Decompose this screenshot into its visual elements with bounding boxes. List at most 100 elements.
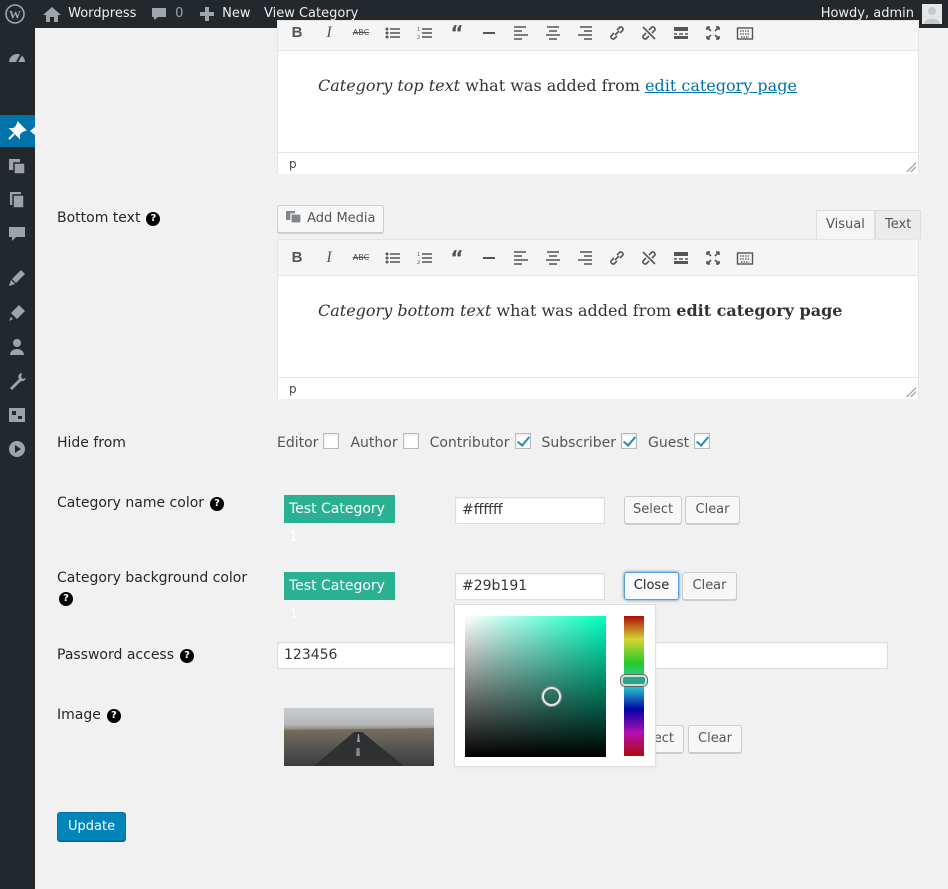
new-content-link[interactable]: New [199, 0, 251, 28]
bg-color-close-button[interactable]: Close [624, 572, 679, 600]
align-right-icon[interactable] [575, 248, 595, 268]
align-center-icon[interactable] [543, 23, 563, 43]
avatar[interactable] [922, 4, 942, 24]
bold-icon[interactable]: B [287, 23, 307, 43]
saturation-handle[interactable] [542, 687, 561, 706]
tab-visual[interactable]: Visual [816, 210, 875, 239]
comments-link[interactable]: 0 [150, 0, 183, 28]
comment-icon [150, 6, 168, 21]
top-content-link[interactable]: edit category page [645, 76, 797, 95]
read-more-icon[interactable] [671, 23, 691, 43]
strikethrough-icon[interactable]: ABC [351, 23, 371, 43]
element-path[interactable]: p [289, 157, 297, 171]
bullet-list-icon[interactable] [383, 23, 403, 43]
saturation-area[interactable] [465, 616, 606, 757]
help-icon[interactable]: ? [146, 212, 161, 226]
unlink-icon[interactable] [639, 23, 659, 43]
horizontal-line-icon[interactable] [479, 248, 499, 268]
name-color-select-button[interactable]: Select [624, 496, 682, 524]
dashboard-icon[interactable] [7, 49, 27, 69]
top-text-editor: B I ABC 12 “ Category top text what was … [277, 20, 919, 174]
role-editor-label: Editor [277, 435, 319, 451]
numbered-list-icon[interactable]: 12 [415, 23, 435, 43]
align-left-icon[interactable] [511, 23, 531, 43]
strikethrough-icon[interactable]: ABC [351, 248, 371, 268]
fullscreen-icon[interactable] [703, 248, 723, 268]
name-color-clear-button[interactable]: Clear [685, 496, 740, 524]
bg-color-clear-button[interactable]: Clear [682, 572, 737, 600]
italic-icon[interactable]: I [319, 23, 339, 43]
top-editor-content[interactable]: Category top text what was added from ed… [278, 51, 918, 152]
toolbar-toggle-icon[interactable] [735, 23, 755, 43]
link-icon[interactable] [607, 23, 627, 43]
blockquote-icon[interactable]: “ [447, 23, 467, 43]
align-center-icon[interactable] [543, 248, 563, 268]
bold-icon[interactable]: B [287, 248, 307, 268]
tab-text[interactable]: Text [875, 210, 922, 239]
help-icon[interactable]: ? [106, 709, 121, 723]
users-icon[interactable] [7, 337, 27, 357]
role-subscriber-checkbox[interactable] [621, 433, 638, 449]
help-icon[interactable]: ? [180, 649, 195, 663]
role-guest-label: Guest [648, 435, 690, 451]
bottom-editor-content[interactable]: Category bottom text what was added from… [278, 276, 918, 377]
role-contributor-checkbox[interactable] [514, 433, 531, 449]
plugins-icon[interactable] [7, 303, 27, 323]
unlink-icon[interactable] [639, 248, 659, 268]
role-guest-checkbox[interactable] [694, 433, 711, 449]
element-path[interactable]: p [289, 382, 297, 396]
pages-icon[interactable] [7, 190, 27, 210]
toolbar-toggle-icon[interactable] [735, 248, 755, 268]
role-author-label: Author [350, 435, 398, 451]
bg-color-input[interactable]: #29b191 [455, 573, 605, 600]
play-icon[interactable] [7, 439, 27, 459]
role-editor-checkbox[interactable] [323, 433, 340, 449]
category-image-thumbnail [284, 708, 434, 766]
fullscreen-icon[interactable] [703, 23, 723, 43]
site-home-link[interactable]: Wordpress [42, 0, 136, 28]
password-label-text: Password access [57, 647, 175, 663]
resize-handle-icon[interactable] [906, 387, 916, 397]
numbered-list-icon[interactable]: 12 [415, 248, 435, 268]
bottom-content-plain: what was added from [491, 301, 677, 320]
link-icon[interactable] [607, 248, 627, 268]
hue-slider[interactable] [624, 616, 644, 756]
tools-icon[interactable] [7, 371, 27, 391]
bullet-list-icon[interactable] [383, 248, 403, 268]
add-media-label: Add Media [307, 211, 376, 226]
read-more-icon[interactable] [671, 248, 691, 268]
wordpress-logo-icon[interactable]: W [5, 0, 25, 28]
active-menu-arrow [30, 126, 36, 136]
media-icon[interactable] [7, 156, 27, 176]
help-icon[interactable]: ? [59, 592, 73, 606]
blockquote-icon[interactable]: “ [447, 248, 467, 268]
settings-icon[interactable] [7, 405, 27, 425]
image-label: Image? [57, 707, 121, 723]
align-left-icon[interactable] [511, 248, 531, 268]
align-right-icon[interactable] [575, 23, 595, 43]
pin-icon[interactable] [7, 121, 27, 141]
image-clear-button[interactable]: Clear [688, 725, 742, 753]
role-subscriber-label: Subscriber [541, 435, 617, 451]
italic-icon[interactable]: I [319, 248, 339, 268]
hue-slider-handle[interactable] [621, 675, 647, 686]
top-content-plain: what was added from [460, 76, 646, 95]
bottom-text-editor: B I ABC 12 “ Category bottom text what w… [277, 239, 919, 399]
role-author-checkbox[interactable] [402, 433, 419, 449]
horizontal-line-icon[interactable] [479, 23, 499, 43]
appearance-icon[interactable] [7, 268, 27, 288]
new-label: New [222, 6, 251, 21]
update-button[interactable]: Update [57, 812, 127, 841]
svg-text:2: 2 [417, 35, 420, 41]
resize-handle-icon[interactable] [906, 162, 916, 172]
bottom-content-italic: Category bottom text [318, 301, 492, 320]
bg-color-preview: Test Category 1 [284, 572, 395, 622]
top-content-italic: Category top text [318, 76, 461, 95]
comments-icon[interactable] [7, 224, 27, 244]
add-media-button[interactable]: Add Media [277, 205, 384, 233]
help-icon[interactable]: ? [210, 497, 225, 511]
name-color-input[interactable]: #ffffff [455, 497, 605, 524]
editor-toolbar: B I ABC 12 “ [278, 21, 918, 51]
hide-from-options: Editor Author Contributor Subscriber Guest [277, 433, 721, 451]
svg-text:1: 1 [417, 252, 420, 258]
